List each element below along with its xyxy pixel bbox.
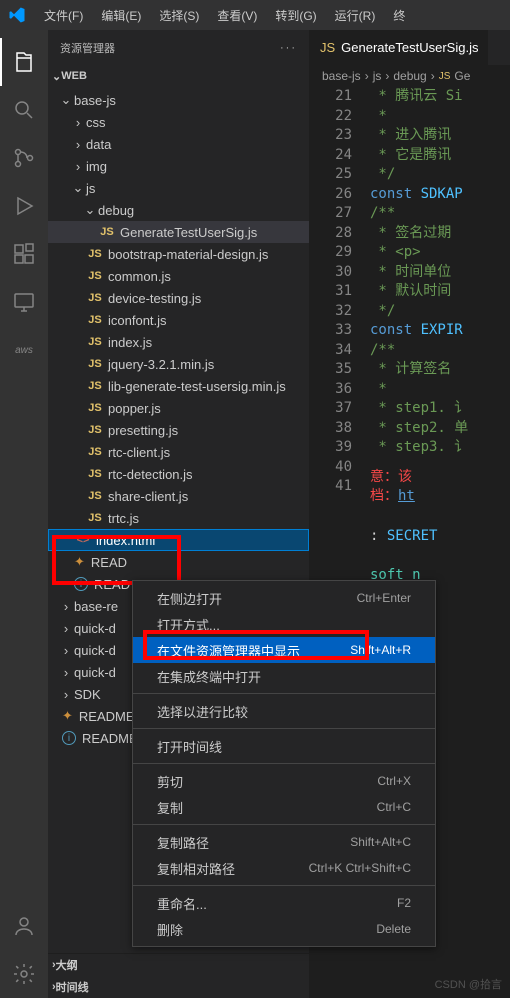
activity-aws-icon[interactable]: aws bbox=[0, 326, 48, 374]
file-item[interactable]: JScommon.js bbox=[48, 265, 309, 287]
titlebar: 文件(F) 编辑(E) 选择(S) 查看(V) 转到(G) 运行(R) 终 bbox=[0, 0, 510, 30]
info-icon: i bbox=[62, 731, 76, 745]
context-menu-item[interactable]: 选择以进行比较 bbox=[133, 698, 435, 724]
menu-item-label: 打开方式... bbox=[157, 615, 220, 634]
info-icon: i bbox=[74, 577, 88, 591]
context-menu-item[interactable]: 复制路径 Shift+Alt+C bbox=[133, 829, 435, 855]
file-item[interactable]: JSrtc-client.js bbox=[48, 441, 309, 463]
section-header[interactable]: ⌄ WEB bbox=[48, 65, 309, 87]
folder-base-js[interactable]: ⌄base-js bbox=[48, 89, 309, 111]
star-icon: ✦ bbox=[62, 708, 73, 724]
file-index-html[interactable]: <>index.html bbox=[48, 529, 309, 551]
tab-label: GenerateTestUserSig.js bbox=[341, 40, 478, 55]
file-item[interactable]: JSbootstrap-material-design.js bbox=[48, 243, 309, 265]
menu-separator bbox=[133, 693, 435, 694]
file-readme[interactable]: ✦READ bbox=[48, 551, 309, 573]
menu-item-label: 复制路径 bbox=[157, 833, 209, 852]
folder-css[interactable]: ›css bbox=[48, 111, 309, 133]
star-icon: ✦ bbox=[74, 554, 85, 570]
file-item[interactable]: JSjquery-3.2.1.min.js bbox=[48, 353, 309, 375]
menu-item-label: 复制相对路径 bbox=[157, 859, 235, 878]
menubar: 文件(F) 编辑(E) 选择(S) 查看(V) 转到(G) 运行(R) 终 bbox=[36, 3, 413, 28]
context-menu-item[interactable]: 复制相对路径 Ctrl+K Ctrl+Shift+C bbox=[133, 855, 435, 881]
context-menu-item[interactable]: 重命名... F2 bbox=[133, 890, 435, 916]
menu-item-label: 剪切 bbox=[157, 772, 183, 791]
context-menu-item[interactable]: 复制 Ctrl+C bbox=[133, 794, 435, 820]
menu-terminal[interactable]: 终 bbox=[385, 3, 413, 28]
activity-settings-icon[interactable] bbox=[0, 950, 48, 998]
file-item[interactable]: JStrtc.js bbox=[48, 507, 309, 529]
menu-item-label: 重命名... bbox=[157, 894, 207, 913]
section-title: WEB bbox=[61, 70, 87, 82]
folder-debug[interactable]: ⌄debug bbox=[48, 199, 309, 221]
activity-remote-icon[interactable] bbox=[0, 278, 48, 326]
file-item[interactable]: JSpresetting.js bbox=[48, 419, 309, 441]
menu-separator bbox=[133, 728, 435, 729]
activity-debug-icon[interactable] bbox=[0, 182, 48, 230]
menu-item-label: 删除 bbox=[157, 920, 183, 939]
menu-item-shortcut: Delete bbox=[376, 922, 411, 936]
menu-run[interactable]: 运行(R) bbox=[327, 3, 384, 28]
context-menu-item[interactable]: 在集成终端中打开 bbox=[133, 663, 435, 689]
file-item[interactable]: JSdevice-testing.js bbox=[48, 287, 309, 309]
context-menu: 在侧边打开 Ctrl+Enter 打开方式... 在文件资源管理器中显示 Shift+A… bbox=[132, 580, 436, 947]
folder-js[interactable]: ⌄js bbox=[48, 177, 309, 199]
menu-item-shortcut: Shift+Alt+C bbox=[350, 835, 411, 849]
vscode-logo-icon bbox=[8, 6, 26, 24]
context-menu-item[interactable]: 剪切 Ctrl+X bbox=[133, 768, 435, 794]
file-item[interactable]: JSlib-generate-test-usersig.min.js bbox=[48, 375, 309, 397]
menu-item-shortcut: F2 bbox=[397, 896, 411, 910]
activity-account-icon[interactable] bbox=[0, 902, 48, 950]
menu-file[interactable]: 文件(F) bbox=[36, 3, 91, 28]
context-menu-item[interactable]: 删除 Delete bbox=[133, 916, 435, 942]
menu-go[interactable]: 转到(G) bbox=[267, 3, 324, 28]
menu-item-label: 在文件资源管理器中显示 bbox=[157, 641, 300, 660]
menu-separator bbox=[133, 885, 435, 886]
file-generatetestusersig[interactable]: JSGenerateTestUserSig.js bbox=[48, 221, 309, 243]
menu-select[interactable]: 选择(S) bbox=[151, 3, 207, 28]
menu-item-label: 复制 bbox=[157, 798, 183, 817]
sidebar-title: 资源管理器 bbox=[60, 40, 115, 56]
menu-item-label: 打开时间线 bbox=[157, 737, 222, 756]
watermark: CSDN @拾言 bbox=[435, 976, 502, 992]
activity-extensions-icon[interactable] bbox=[0, 230, 48, 278]
context-menu-item[interactable]: 打开方式... bbox=[133, 611, 435, 637]
file-item[interactable]: JSshare-client.js bbox=[48, 485, 309, 507]
menu-item-shortcut: Ctrl+X bbox=[377, 774, 411, 788]
menu-item-label: 在侧边打开 bbox=[157, 589, 222, 608]
menu-item-shortcut: Shift+Alt+R bbox=[350, 643, 411, 657]
section-timeline[interactable]: ›时间线 bbox=[48, 976, 309, 998]
chevron-down-icon: ⌄ bbox=[52, 70, 61, 83]
more-icon[interactable]: ··· bbox=[280, 42, 297, 54]
activitybar: aws bbox=[0, 30, 48, 998]
editor-tab[interactable]: JS GenerateTestUserSig.js bbox=[310, 30, 488, 65]
file-item[interactable]: JSpopper.js bbox=[48, 397, 309, 419]
activity-explorer-icon[interactable] bbox=[0, 38, 48, 86]
menu-item-shortcut: Ctrl+Enter bbox=[357, 591, 411, 605]
menu-item-label: 选择以进行比较 bbox=[157, 702, 248, 721]
activity-scm-icon[interactable] bbox=[0, 134, 48, 182]
folder-data[interactable]: ›data bbox=[48, 133, 309, 155]
file-item[interactable]: JSindex.js bbox=[48, 331, 309, 353]
context-menu-item[interactable]: 在侧边打开 Ctrl+Enter bbox=[133, 585, 435, 611]
tab-bar: JS GenerateTestUserSig.js bbox=[310, 30, 510, 65]
folder-img[interactable]: ›img bbox=[48, 155, 309, 177]
menu-separator bbox=[133, 763, 435, 764]
menu-item-shortcut: Ctrl+C bbox=[377, 800, 411, 814]
menu-item-shortcut: Ctrl+K Ctrl+Shift+C bbox=[309, 861, 411, 875]
context-menu-item[interactable]: 打开时间线 bbox=[133, 733, 435, 759]
section-outline[interactable]: ›大纲 bbox=[48, 954, 309, 976]
menu-edit[interactable]: 编辑(E) bbox=[93, 3, 149, 28]
context-menu-item[interactable]: 在文件资源管理器中显示 Shift+Alt+R bbox=[133, 637, 435, 663]
sidebar-header: 资源管理器 ··· bbox=[48, 30, 309, 65]
breadcrumb[interactable]: base-js› js› debug› JSGe bbox=[310, 65, 510, 87]
activity-search-icon[interactable] bbox=[0, 86, 48, 134]
js-file-icon: JS bbox=[320, 40, 335, 55]
menu-item-label: 在集成终端中打开 bbox=[157, 667, 261, 686]
file-item[interactable]: JSrtc-detection.js bbox=[48, 463, 309, 485]
file-item[interactable]: JSiconfont.js bbox=[48, 309, 309, 331]
menu-separator bbox=[133, 824, 435, 825]
menu-view[interactable]: 查看(V) bbox=[209, 3, 265, 28]
